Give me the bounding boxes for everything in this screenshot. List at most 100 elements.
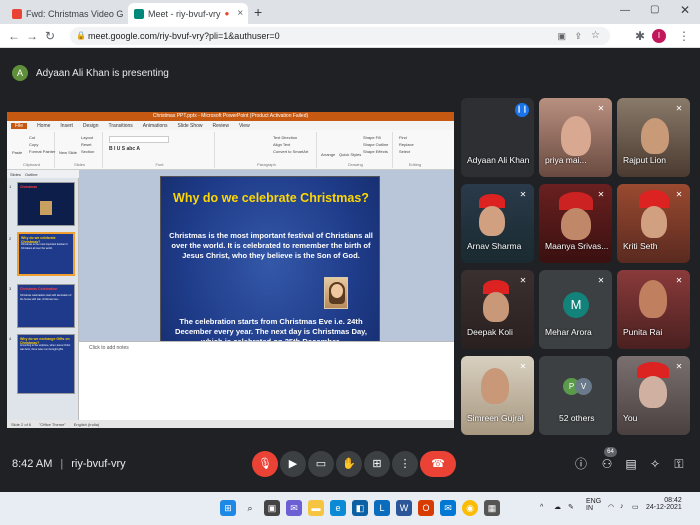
back-icon[interactable]: ← (6, 28, 22, 44)
people-icon[interactable]: ⚇ (598, 455, 616, 473)
ribbon-group-slides: New Slide Layout Reset Section Slides (57, 132, 103, 168)
office-icon[interactable]: O (418, 500, 434, 516)
file-explorer-icon[interactable]: ▬ (308, 500, 324, 516)
edge-icon[interactable]: e (330, 500, 346, 516)
reload-icon[interactable]: ↻ (42, 28, 58, 44)
lock-icon[interactable]: ⚿ (670, 455, 688, 473)
info-icon[interactable]: ⓘ (572, 455, 590, 473)
participant-tile[interactable]: ✕ Kriti Seth (617, 184, 690, 263)
tray-chevron-icon[interactable]: ^ (540, 504, 543, 511)
chat-teams-icon[interactable]: ✉ (286, 500, 302, 516)
participant-tile[interactable]: ✕ Simreen Gujral (461, 356, 534, 435)
store-icon[interactable]: ◧ (352, 500, 368, 516)
participant-name: Kriti Seth (623, 241, 658, 251)
share-icon[interactable]: ⇪ (574, 27, 582, 45)
participant-tile-self[interactable]: ✕ You (617, 356, 690, 435)
new-tab-button[interactable]: + (254, 4, 262, 20)
ribbon-group-drawing: Arrange Quick Styles Shape Fill Shape Ou… (319, 132, 393, 168)
volume-icon[interactable]: ♪ (620, 503, 624, 510)
participant-tile[interactable]: ✕ Rajput Lion (617, 98, 690, 177)
chrome-icon[interactable]: ◉ (462, 500, 478, 516)
mic-off-icon: ✕ (597, 276, 605, 285)
participant-video (561, 208, 591, 240)
windows-start-icon[interactable]: ⊞ (220, 500, 236, 516)
ribbon-cut: Cut (29, 135, 36, 140)
tab-gmail[interactable]: Fwd: Christmas Video Group A a... × (6, 3, 124, 24)
slide-thumbnail-selected: Why do we celebrate Christmas? Christmas… (17, 232, 75, 276)
camera-toggle-button[interactable]: ▶ (280, 451, 306, 477)
pen-icon[interactable]: ✎ (568, 503, 574, 511)
tab-meet[interactable]: Meet - riy-bvuf-vry ● × (128, 3, 248, 24)
language-indicator[interactable]: ENG IN (586, 498, 601, 512)
battery-icon[interactable]: ▭ (632, 503, 639, 511)
ribbon-group-paragraph: Text Direction Align Text Convert to Sma… (217, 132, 317, 168)
separator: | (60, 458, 64, 470)
windows-taskbar: ⊞ ⌕ ▣ ✉ ▬ e ◧ L W O ✉ ◉ ▦ ^ ☁ ✎ ENG IN ◠… (0, 492, 700, 525)
more-options-button[interactable]: ⋮ (392, 451, 418, 477)
menu-kebab-icon[interactable]: ⋮ (676, 28, 692, 44)
raise-hand-button[interactable]: ✋ (336, 451, 362, 477)
participant-tile[interactable]: ✕ Arnav Sharma (461, 184, 534, 263)
mic-toggle-button[interactable]: 🎙 (252, 451, 278, 477)
maximize-button[interactable]: ▢ (650, 4, 659, 15)
presenting-text: Adyaan Ali Khan is presenting (36, 67, 169, 79)
participant-tile[interactable]: ✕ Deepak Koli (461, 270, 534, 349)
wifi-icon[interactable]: ◠ (608, 503, 614, 511)
participant-video (641, 206, 667, 238)
activities-icon[interactable]: ✧ (646, 455, 664, 473)
cloud-icon[interactable]: ☁ (554, 503, 561, 511)
language-region: IN (586, 505, 593, 512)
camera-icon[interactable]: ▣ (557, 27, 566, 45)
participant-tile[interactable]: ✕ Punita Rai (617, 270, 690, 349)
ribbon-new-slide: New Slide (59, 150, 78, 155)
participant-name: Arnav Sharma (467, 241, 522, 251)
mic-off-icon: ✕ (675, 190, 683, 199)
browser-toolbar: ← → ↻ 🔒 meet.google.com/riy-bvuf-vry?pli… (0, 24, 700, 48)
mic-off-icon: ✕ (519, 362, 527, 371)
participant-tile[interactable]: M ✕ Mehar Arora (539, 270, 612, 349)
menu-home: Home (37, 122, 51, 129)
ribbon-group-editing: Find Replace Select Editing (395, 132, 435, 168)
profile-avatar[interactable]: I (652, 29, 666, 43)
participant-tile[interactable]: ✕ Maanya Srivas... (539, 184, 612, 263)
forward-icon[interactable]: → (24, 28, 40, 44)
leave-call-button[interactable]: ☎ (420, 451, 456, 477)
participant-video (479, 206, 505, 236)
bookmark-star-icon[interactable]: ☆ (591, 27, 600, 45)
participant-tile-others[interactable]: P V 52 others (539, 356, 612, 435)
extensions-icon[interactable]: ✱ (632, 28, 648, 44)
chat-icon[interactable]: ▤ (622, 455, 640, 473)
status-language: English (India) (73, 421, 100, 427)
participant-tile[interactable]: ❙❙ Adyaan Ali Khan (461, 98, 534, 177)
participant-tile[interactable]: ✕ priya mai... (539, 98, 612, 177)
close-tab-icon[interactable]: × (237, 8, 243, 19)
meeting-time: 8:42 AM (12, 458, 53, 470)
mail-icon[interactable]: ✉ (440, 500, 456, 516)
captions-button[interactable]: ▭ (308, 451, 334, 477)
ribbon-group-label: Font (155, 162, 164, 167)
task-view-icon[interactable]: ▣ (264, 500, 280, 516)
participant-video (639, 376, 667, 408)
clock[interactable]: 08:42 24-12-2021 (646, 497, 682, 511)
slide-thumbnail: Christmas (17, 182, 75, 226)
recording-dot-icon: ● (224, 9, 230, 18)
url-text: meet.google.com/riy-bvuf-vry?pli=1&authu… (88, 31, 280, 41)
slide-thumbnail: Christmas Celebration Christmas celebrat… (17, 284, 75, 328)
mic-off-icon: ✕ (675, 362, 683, 371)
font-name-box (109, 136, 169, 143)
menu-animations: Animations (142, 122, 168, 129)
mic-off-icon: ✕ (597, 190, 605, 199)
participant-video (639, 280, 667, 318)
gmail-icon (12, 8, 22, 19)
lens-icon[interactable]: L (374, 500, 390, 516)
thumb-image (40, 201, 52, 215)
present-button[interactable]: ⊞ (364, 451, 390, 477)
search-icon[interactable]: ⌕ (242, 500, 258, 516)
address-bar[interactable]: 🔒 meet.google.com/riy-bvuf-vry?pli=1&aut… (70, 27, 610, 45)
ribbon-group-label: Drawing (348, 162, 363, 167)
ribbon-quick-styles: Quick Styles (339, 152, 362, 157)
word-icon[interactable]: W (396, 500, 412, 516)
close-window-button[interactable]: ✕ (680, 3, 690, 17)
minimize-button[interactable]: — (620, 5, 630, 16)
photos-icon[interactable]: ▦ (484, 500, 500, 516)
